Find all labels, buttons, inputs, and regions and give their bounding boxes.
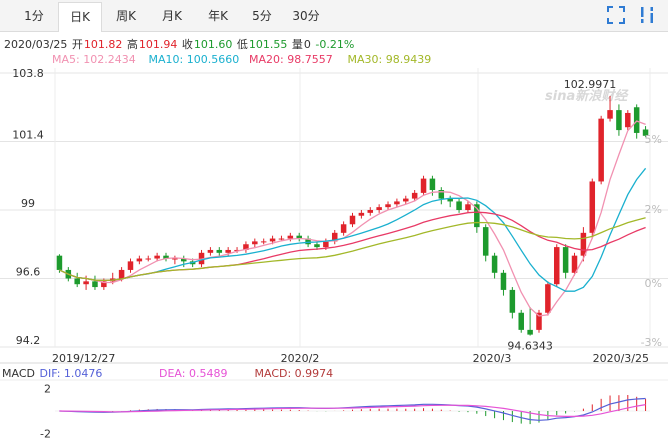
candles-layer [56,95,649,336]
macd-tick-label: -2 [40,428,51,441]
candle-body [607,110,613,119]
y-tick-label: 103.8 [12,67,44,80]
candle-body [527,329,533,335]
pct-tick-label: 2% [645,203,662,216]
macd-value-label: MACD: 0.9974 [254,367,334,380]
candle-body [216,249,223,253]
pct-tick-label: 0% [645,277,662,290]
macd-title: MACD [2,367,35,380]
candle-body [598,118,604,182]
x-tick-label: 2020/3 [473,352,512,365]
candle-body [145,258,151,260]
min-price-label: 94.6343 [507,340,553,353]
candle-body [349,215,356,225]
candle-body [509,289,516,313]
candle-body [385,204,391,208]
macd-layer: 2 -2 [40,382,650,441]
candle-body [633,107,640,133]
candle-body [554,247,560,285]
candle-body [411,192,418,199]
candle-body [154,255,160,259]
candle-body [260,241,267,243]
y-tick-label: 96.6 [16,266,41,279]
candle-body [92,281,98,288]
candle-body [500,272,507,290]
candle-body [340,224,347,233]
candle-body [269,238,276,242]
pct-tick-label: -3% [641,336,662,349]
max-price-label: 102.9971 [564,78,617,91]
candle-body [207,249,214,253]
x-tick-label: 2020/3/25 [593,352,649,365]
macd-tick-label: 2 [44,382,51,395]
candle-body [429,178,436,191]
macd-info: MACD DIF: 1.0476 DEA: 0.5489 MACD: 0.997… [2,367,333,380]
candle-body [420,178,427,193]
candle-body [56,255,63,270]
candle-body [589,181,596,233]
candle-body [83,281,89,285]
candle-body [545,284,551,313]
candle-body [562,247,569,273]
axis-labels-layer: 103.8 101.4 99 96.6 94.2 5% 2% 0% -3% 2019/12/27 2… [12,67,662,365]
y-tick-label: 94.2 [16,334,41,347]
candle-body [465,204,471,210]
candle-body [394,201,400,205]
candle-body [252,241,258,245]
candle-body [358,212,365,216]
candle-body [74,278,80,285]
chart-grid [0,68,668,381]
candle-body [367,210,374,213]
pct-tick-label: 5% [645,133,662,146]
candle-body [616,110,622,131]
candle-body [580,232,587,256]
candle-body [625,112,631,128]
candle-body [323,241,329,248]
y-tick-label: 99 [21,197,35,210]
candle-body [491,255,498,273]
dif-line [59,397,646,421]
candle-body [403,198,409,202]
dea-label: DEA: 0.5489 [159,367,228,380]
candle-body [278,238,285,240]
candle-body [127,261,134,270]
candle-body [225,249,231,253]
candle-body [376,207,382,210]
candle-body [518,312,524,330]
x-tick-label: 2019/12/27 [52,352,115,365]
kline-widget: 1分 日K 周K 月K 年K 5分 30分 2020/03/25 开101.82… [0,0,668,442]
candle-body [118,269,125,279]
candle-body [456,201,462,210]
candle-body [482,227,489,256]
dif-label: DIF: 1.0476 [39,367,103,380]
candle-body [136,258,143,262]
x-tick-label: 2020/2 [281,352,320,365]
y-tick-label: 101.4 [12,129,44,142]
candle-body [287,235,294,239]
candle-body [314,244,320,248]
